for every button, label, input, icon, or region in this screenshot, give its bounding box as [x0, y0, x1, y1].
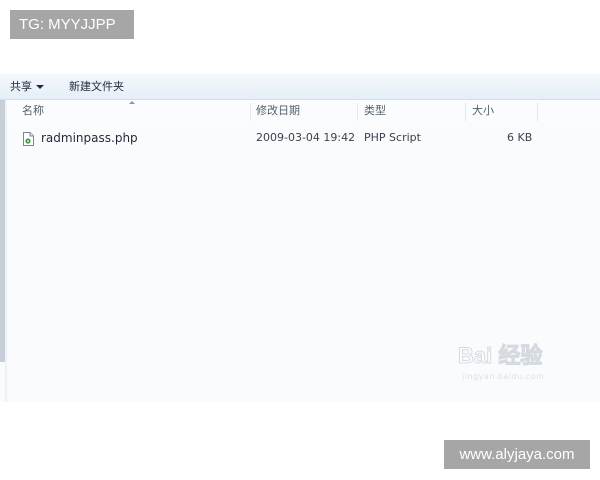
tg-watermark-text: TG: MYYJJPP	[19, 16, 116, 33]
baidu-watermark-url: jingyan.baidu.com	[462, 372, 545, 381]
column-header-modified[interactable]: 修改日期	[256, 100, 300, 122]
column-header-name[interactable]: 名称	[22, 100, 44, 122]
chevron-down-icon	[36, 85, 44, 89]
file-size: 6 KB	[507, 131, 533, 144]
new-folder-label: 新建文件夹	[69, 80, 124, 93]
file-type: PHP Script	[364, 131, 421, 144]
share-label: 共享	[10, 80, 32, 93]
tg-watermark-badge: TG: MYYJJPP	[10, 10, 134, 39]
column-header-size-label: 大小	[472, 104, 494, 117]
column-header-name-label: 名称	[22, 104, 44, 117]
new-folder-button[interactable]: 新建文件夹	[69, 74, 124, 99]
column-header-type[interactable]: 类型	[364, 100, 386, 122]
column-divider[interactable]	[250, 103, 251, 121]
column-divider[interactable]	[465, 103, 466, 121]
column-header-type-label: 类型	[364, 104, 386, 117]
php-file-icon	[23, 131, 34, 146]
column-divider[interactable]	[357, 103, 358, 121]
site-watermark-text: www.alyjaya.com	[459, 446, 575, 463]
file-name[interactable]: radminpass.php	[41, 128, 138, 148]
baidu-logo: Bai 经验	[457, 343, 543, 369]
file-row[interactable]: radminpass.php 2009-03-04 19:42 PHP Scri…	[7, 128, 600, 148]
explorer-window: 共享 新建文件夹 名称 修改日期 类型 大小 radminpass.php 20…	[0, 74, 600, 402]
column-header-size[interactable]: 大小	[472, 100, 494, 122]
command-bar: 共享 新建文件夹	[0, 74, 600, 100]
column-divider[interactable]	[537, 103, 538, 121]
share-menu-button[interactable]: 共享	[10, 74, 44, 99]
site-watermark-badge: www.alyjaya.com	[444, 440, 590, 469]
file-modified-date: 2009-03-04 19:42	[256, 131, 356, 144]
sort-ascending-icon	[129, 101, 135, 104]
column-header-modified-label: 修改日期	[256, 104, 300, 117]
column-header-row: 名称 修改日期 类型 大小	[7, 100, 600, 122]
baidu-jingyan-watermark: Bai 经验 jingyan.baidu.com	[457, 338, 576, 386]
